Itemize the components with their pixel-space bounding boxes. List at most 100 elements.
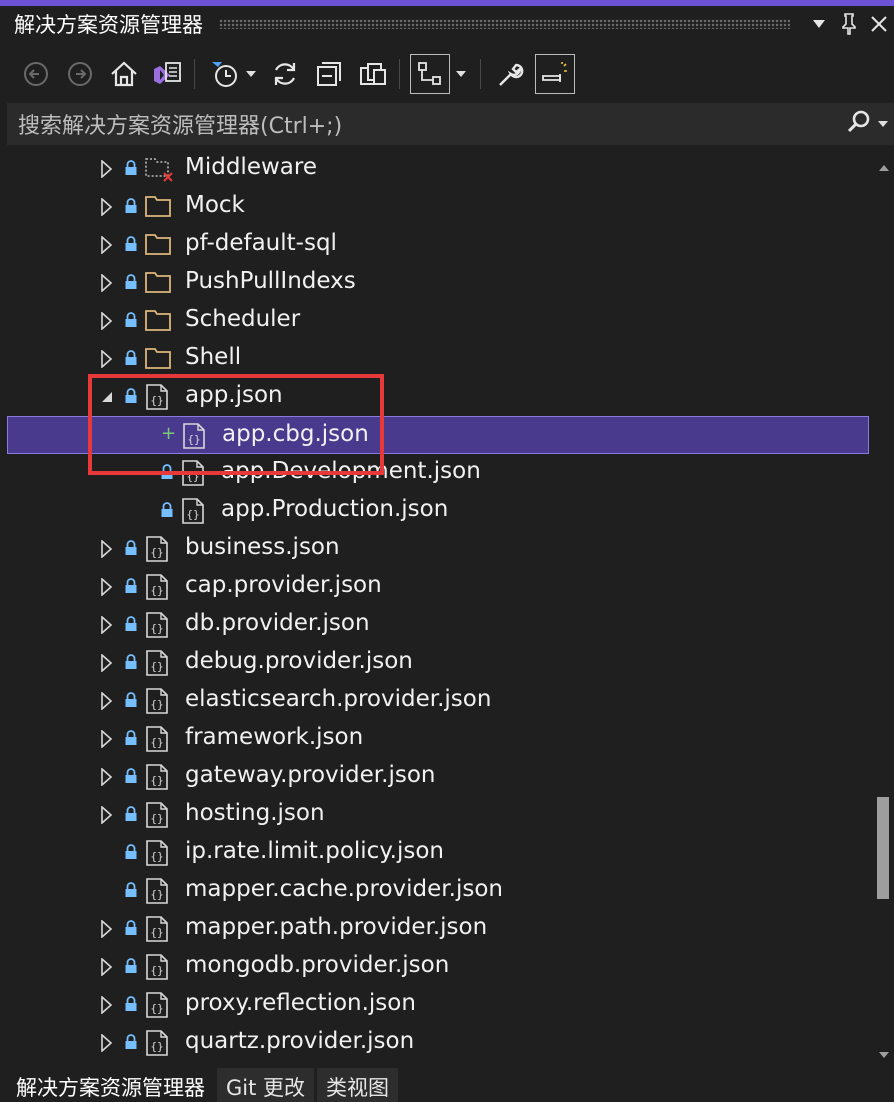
show-all-files-icon[interactable]	[353, 54, 393, 94]
tree-row[interactable]: Scheduler	[7, 302, 869, 340]
tree-row[interactable]: Shell	[7, 340, 869, 378]
tree-row[interactable]: {} gateway.provider.json	[7, 758, 869, 796]
view-hierarchy-icon[interactable]	[410, 54, 450, 94]
folder-icon	[144, 193, 171, 221]
home-icon[interactable]	[104, 54, 144, 94]
lock-icon	[124, 311, 138, 329]
collapsed-chevron-icon[interactable]	[100, 539, 114, 559]
folder-icon	[144, 269, 171, 297]
tree-row[interactable]: {} proxy.reflection.json	[7, 986, 869, 1024]
collapsed-chevron-icon[interactable]	[100, 349, 114, 369]
preview-selected-items-icon[interactable]	[535, 54, 575, 94]
lock-icon	[124, 805, 138, 823]
search-input[interactable]: 搜索解决方案资源管理器(Ctrl+;)	[7, 108, 846, 140]
collapsed-chevron-icon[interactable]	[100, 1033, 114, 1053]
collapsed-chevron-icon[interactable]	[100, 653, 114, 673]
vertical-scrollbar[interactable]	[872, 150, 894, 1065]
close-icon[interactable]	[864, 9, 894, 39]
lock-icon	[124, 349, 138, 367]
collapsed-chevron-icon[interactable]	[100, 767, 114, 787]
json-file-icon: {}	[144, 649, 170, 677]
folder-icon	[144, 307, 171, 335]
title-drag-grip[interactable]	[219, 19, 790, 29]
lock-icon	[124, 919, 138, 937]
bottom-tab[interactable]: Git 更改	[217, 1068, 315, 1102]
collapse-all-icon[interactable]	[309, 54, 349, 94]
json-file-icon: {}	[144, 915, 170, 943]
collapsed-chevron-icon[interactable]	[100, 995, 114, 1015]
pin-icon[interactable]	[834, 9, 864, 39]
bottom-tab[interactable]: 解决方案资源管理器	[0, 1068, 214, 1102]
collapsed-chevron-icon[interactable]	[100, 805, 114, 825]
bottom-tab-strip: 解决方案资源管理器 Git 更改 类视图	[0, 1068, 894, 1102]
search-icon[interactable]	[846, 109, 872, 139]
json-file-icon: {}	[144, 573, 170, 601]
chevron-down-icon[interactable]	[456, 71, 466, 77]
svg-text:{}: {}	[150, 622, 163, 635]
json-file-icon: {}	[144, 1029, 170, 1057]
lock-icon	[124, 653, 138, 671]
toolbar	[0, 46, 894, 102]
tree-item-label: app.Production.json	[221, 496, 449, 522]
sync-icon[interactable]	[265, 54, 305, 94]
collapsed-chevron-icon[interactable]	[100, 577, 114, 597]
collapsed-chevron-icon[interactable]	[100, 919, 114, 939]
search-box[interactable]: 搜索解决方案资源管理器(Ctrl+;)	[7, 103, 894, 145]
scroll-up-arrow-icon[interactable]	[878, 157, 890, 176]
tree-row[interactable]: {} db.provider.json	[7, 606, 869, 644]
back-icon[interactable]	[16, 54, 56, 94]
bottom-tab[interactable]: 类视图	[317, 1068, 399, 1102]
toolbar-separator	[194, 59, 195, 89]
tree-row[interactable]: pf-default-sql	[7, 226, 869, 264]
lock-icon	[124, 691, 138, 709]
tree-row[interactable]: {} hosting.json	[7, 796, 869, 834]
tree-row[interactable]: {} framework.json	[7, 720, 869, 758]
svg-text:{}: {}	[150, 926, 163, 939]
tree-row[interactable]: {} elasticsearch.provider.json	[7, 682, 869, 720]
tree-row[interactable]: {} mongodb.provider.json	[7, 948, 869, 986]
json-file-icon: {}	[180, 497, 206, 525]
window-position-dropdown-icon[interactable]	[804, 9, 834, 39]
toolbar-separator	[399, 59, 400, 89]
tree-row[interactable]: {} ip.rate.limit.policy.json	[7, 834, 869, 872]
tree-row[interactable]: Middleware	[7, 150, 869, 188]
svg-text:{}: {}	[150, 812, 163, 825]
search-options-chevron-down-icon[interactable]	[878, 121, 888, 127]
red-highlight-annotation	[88, 374, 384, 475]
collapsed-chevron-icon[interactable]	[100, 197, 114, 217]
lock-icon	[124, 577, 138, 595]
collapsed-chevron-icon[interactable]	[100, 729, 114, 749]
pending-changes-filter-icon[interactable]	[205, 54, 261, 94]
forward-icon[interactable]	[60, 54, 100, 94]
properties-wrench-icon[interactable]	[491, 54, 531, 94]
tree-row[interactable]: {} app.Production.json	[7, 492, 869, 530]
tree-row[interactable]: {} quartz.provider.json	[7, 1024, 869, 1062]
tree-row[interactable]: {} business.json	[7, 530, 869, 568]
lock-icon	[124, 729, 138, 747]
collapsed-chevron-icon[interactable]	[100, 615, 114, 635]
svg-text:{}: {}	[150, 1040, 163, 1053]
tree-row[interactable]: Mock	[7, 188, 869, 226]
collapsed-chevron-icon[interactable]	[100, 311, 114, 331]
collapsed-chevron-icon[interactable]	[100, 273, 114, 293]
tree-row[interactable]: {} debug.provider.json	[7, 644, 869, 682]
scroll-down-arrow-icon[interactable]	[878, 1044, 890, 1063]
collapsed-chevron-icon[interactable]	[100, 691, 114, 711]
collapsed-chevron-icon[interactable]	[100, 235, 114, 255]
solution-tree: Middleware Mock pf-default-sql PushPullInde…	[7, 150, 872, 1065]
tree-row[interactable]: {} cap.provider.json	[7, 568, 869, 606]
tree-row[interactable]: {} mapper.cache.provider.json	[7, 872, 869, 910]
chevron-down-icon[interactable]	[246, 71, 256, 77]
tree-item-label: framework.json	[185, 724, 364, 750]
collapsed-chevron-icon[interactable]	[100, 159, 114, 179]
switch-views-icon[interactable]	[148, 54, 188, 94]
collapsed-chevron-icon[interactable]	[100, 957, 114, 977]
lock-icon	[124, 881, 138, 899]
scrollbar-thumb[interactable]	[877, 797, 889, 899]
lock-icon	[124, 159, 138, 177]
lock-icon	[124, 539, 138, 557]
lock-icon	[124, 197, 138, 215]
tree-row[interactable]: {} mapper.path.provider.json	[7, 910, 869, 948]
lock-icon	[124, 615, 138, 633]
tree-row[interactable]: PushPullIndexs	[7, 264, 869, 302]
